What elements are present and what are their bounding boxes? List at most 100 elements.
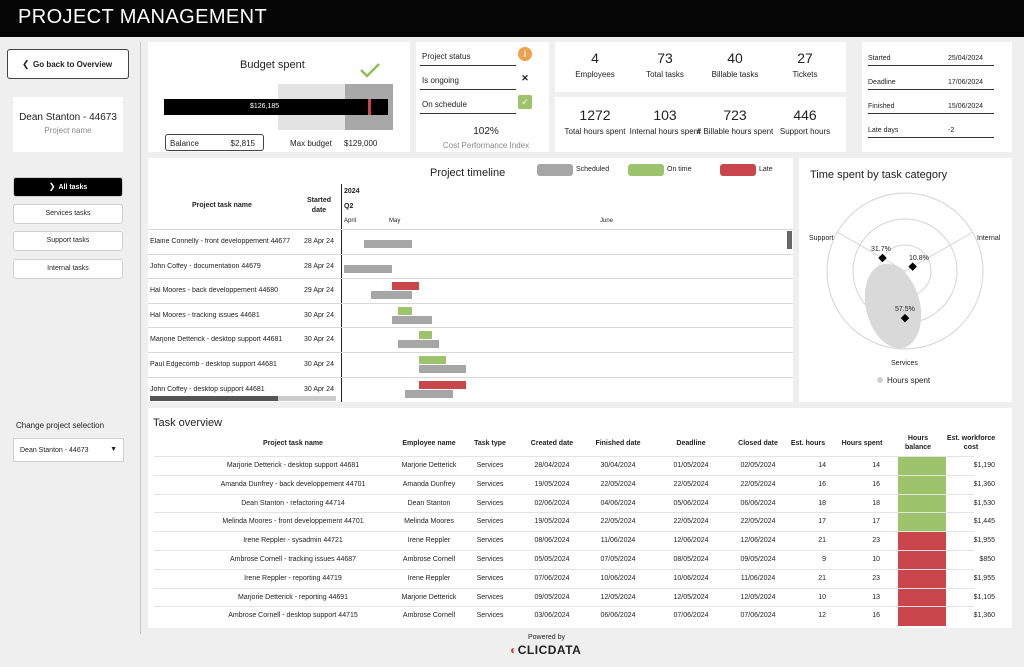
overview-column-header[interactable]: Hours spent (838, 440, 886, 447)
overview-cell-cost: $1,530 (973, 499, 995, 507)
overview-column-header[interactable]: Closed date (730, 440, 786, 447)
timeline-task-started: 30 Apr 24 (304, 311, 334, 319)
overview-row[interactable]: Irene Reppler - sysadmin 44721 Irene Repp… (154, 531, 995, 551)
overview-column-header[interactable]: Created date (524, 440, 580, 447)
radar-axis-label: Support (809, 235, 834, 242)
chevron-right-icon: ❯ (48, 182, 56, 191)
overview-cell-task: Marjorie Detterick - desktop support 446… (226, 462, 360, 469)
check-icon (360, 63, 380, 78)
overview-cell-type: Services (476, 593, 504, 601)
date-label: Finished (868, 103, 895, 110)
timeline-vertical-scrollbar[interactable] (787, 231, 792, 249)
col-started-date: Started date (306, 197, 332, 214)
overview-cell-finished: 22/05/2024 (600, 480, 636, 488)
logo-mark-icon: ◐ (510, 643, 518, 657)
hours-balance-cell-positive (898, 475, 946, 495)
overview-cell-created: 08/06/2024 (534, 537, 570, 545)
overview-row[interactable]: Ambrose Cornell - tracking issues 44687 A… (154, 550, 995, 570)
overview-cell-deadline: 10/06/2024 (673, 574, 709, 582)
overview-cell-deadline: 08/05/2024 (673, 556, 709, 563)
overview-row[interactable]: Marjorie Detterick - desktop support 446… (154, 456, 995, 476)
overview-cell-type: Services (476, 574, 504, 582)
overview-cell-finished: 11/06/2024 (600, 537, 636, 545)
overview-column-header[interactable]: Task type (470, 440, 510, 447)
hours-balance-cell-negative (898, 551, 946, 570)
logo-brand-prefix: CLIC (517, 643, 548, 657)
overview-cell-closed: 11/06/2024 (740, 574, 776, 582)
filter-button-all-tasks[interactable]: ❯ All tasks (13, 177, 123, 197)
overview-row[interactable]: Amanda Dunfrey - back developpement 4470… (154, 474, 995, 495)
overview-cell-est: 16 (818, 480, 826, 488)
overview-cell-est: 21 (818, 537, 826, 545)
overview-row[interactable]: Melinda Moores - front developpement 447… (154, 512, 995, 533)
kpi-top-card: 4 Employees 73 Total tasks 40 Billable tasks 2… (555, 42, 846, 92)
filter-label: Services tasks (45, 210, 91, 217)
timeline-task-name: Paul Edgecomb - desktop support 44681 (150, 361, 277, 368)
overview-cell-est: 12 (818, 612, 826, 620)
overview-row[interactable]: Marjorie Detterick - reporting 44691 Marj… (154, 587, 995, 608)
gantt-bar-actual (418, 356, 446, 364)
date-label: Deadline (868, 79, 896, 86)
overview-column-header[interactable]: Employee name (384, 440, 474, 447)
overview-row[interactable]: Irene Reppler - reporting 44719 Irene Rep… (154, 568, 995, 589)
timeline-task-started: 28 Apr 24 (304, 262, 334, 270)
overview-cell-spent: 13 (872, 593, 880, 601)
filter-button-internal-tasks[interactable]: Internal tasks (13, 259, 123, 279)
hours-balance-cell-positive (898, 513, 946, 533)
status-label: On schedule (422, 100, 467, 109)
filter-button-services-tasks[interactable]: Services tasks (13, 204, 123, 224)
overview-column-header[interactable]: Est. workforce cost (941, 434, 1001, 452)
overview-cell-employee: Irene Reppler (407, 537, 451, 545)
overview-cell-employee: Marjorie Detterick (401, 462, 457, 469)
overview-cell-employee: Marjorie Detterick (401, 593, 457, 601)
overview-cell-spent: 23 (872, 574, 880, 582)
date-value: 17/06/2024 (948, 79, 984, 86)
kpi-value: 446 (793, 107, 817, 123)
overview-cell-finished: 07/05/2024 (600, 556, 636, 563)
powered-by-label: Powered by (528, 634, 565, 641)
hours-balance-cell-positive (898, 457, 946, 476)
project-dates-card: Started 25/04/2024 Deadline 17/06/2024 Finis… (862, 42, 1012, 152)
overview-cell-employee: Dean Stanton (407, 499, 451, 507)
back-to-overview-button[interactable]: ❮ Go back to Overview (7, 49, 129, 79)
radar-value-label: 10.8% (909, 255, 929, 262)
timeline-scroll-thumb[interactable] (150, 396, 278, 401)
overview-row[interactable]: Dean Stanton - refactoring 44714 Dean Sta… (154, 493, 995, 514)
filter-button-support-tasks[interactable]: Support tasks (13, 231, 123, 251)
overview-column-header[interactable]: Finished date (590, 440, 646, 447)
overview-column-header[interactable]: Project task name (208, 440, 378, 447)
overview-cell-est: 9 (822, 556, 826, 563)
overview-cell-task: Dean Stanton - refactoring 44714 (241, 499, 345, 507)
overview-cell-closed: 02/05/2024 (740, 462, 776, 469)
project-select[interactable]: Dean Stanton - 44673 ▼ (13, 438, 124, 462)
status-label: Is ongoing (422, 76, 459, 85)
overview-row[interactable]: Ambrose Cornell - desktop support 44715 A… (154, 606, 995, 627)
overview-column-header[interactable]: Est. hours (784, 440, 832, 447)
date-value: 15/06/2024 (948, 103, 984, 110)
hours-balance-cell-negative (898, 532, 946, 551)
gantt-bar-actual (418, 380, 467, 389)
legend-swatch-scheduled (537, 164, 573, 176)
overview-cell-type: Services (476, 556, 504, 563)
status-row: On schedule (420, 94, 516, 114)
date-label: Late days (868, 127, 899, 134)
radar-legend-label: Hours spent (887, 376, 931, 385)
date-row: Late days -2 (868, 114, 994, 138)
overview-cell-deadline: 12/06/2024 (673, 537, 709, 545)
timeline-row: Paul Edgecomb - desktop support 44681 30 … (148, 352, 793, 376)
legend-label: Late (759, 166, 773, 173)
app-header: PROJECT MANAGEMENT (0, 0, 1024, 37)
overview-cell-finished: 06/06/2024 (600, 612, 636, 620)
timeline-horizontal-scrollbar[interactable] (150, 396, 336, 401)
budget-spent-value: $126,185 (250, 103, 280, 110)
project-name-card: Dean Stanton - 44673 Project name (13, 97, 123, 152)
overview-column-header[interactable]: Hours balance (898, 434, 938, 452)
overview-cell-cost: $1,360 (973, 612, 995, 620)
radar-axis-label: Internal (977, 235, 1001, 242)
overview-cell-type: Services (476, 612, 504, 620)
chevron-left-icon: ❮ (22, 59, 30, 69)
overview-column-header[interactable]: Deadline (666, 440, 716, 447)
hours-balance-cell-negative (898, 607, 946, 627)
back-button-label: Go back to Overview (33, 60, 113, 69)
overview-cell-finished: 04/06/2024 (600, 499, 636, 507)
